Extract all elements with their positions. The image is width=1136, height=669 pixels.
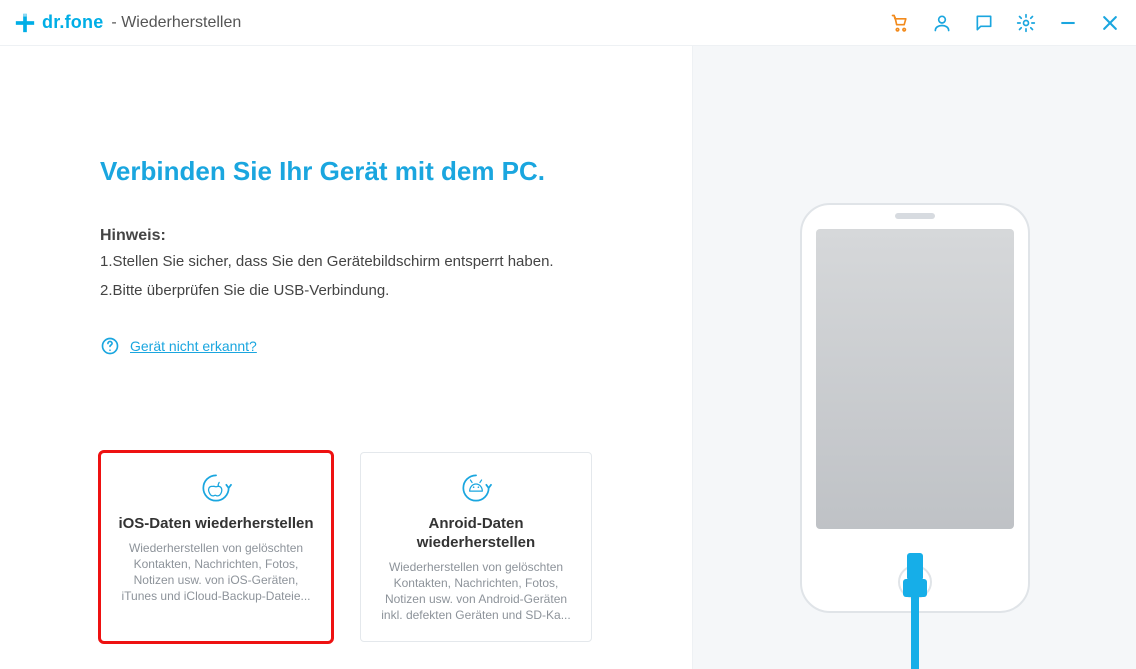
page-title: Verbinden Sie Ihr Gerät mit dem PC.: [100, 156, 592, 187]
apple-restore-icon: [115, 467, 317, 509]
android-restore-icon: [375, 467, 577, 509]
account-icon[interactable]: [932, 13, 952, 33]
card-ios-recover[interactable]: iOS-Daten wiederherstellen Wiederherstel…: [100, 452, 332, 642]
hint-line-1: 1.Stellen Sie sicher, dass Sie den Gerät…: [100, 251, 592, 274]
cart-icon[interactable]: [890, 13, 910, 33]
settings-icon[interactable]: [1016, 13, 1036, 33]
logo-mark-icon: [14, 12, 36, 34]
titlebar: dr.fone - Wiederherstellen: [0, 0, 1136, 46]
card-android-title: Anroid-Daten wiederherstellen: [375, 515, 577, 553]
hint-line-2: 2.Bitte überprüfen Sie die USB-Verbindun…: [100, 280, 592, 303]
card-android-recover[interactable]: Anroid-Daten wiederherstellen Wiederhers…: [360, 452, 592, 642]
usb-cable-icon: [905, 553, 925, 669]
hint-label: Hinweis:: [100, 227, 592, 245]
close-icon[interactable]: [1100, 13, 1120, 33]
card-android-desc: Wiederherstellen von gelöschten Kontakte…: [375, 559, 577, 624]
recovery-cards: iOS-Daten wiederherstellen Wiederherstel…: [100, 452, 592, 642]
content-area: Verbinden Sie Ihr Gerät mit dem PC. Hinw…: [0, 46, 1136, 669]
phone-speaker: [895, 213, 935, 219]
feedback-icon[interactable]: [974, 13, 994, 33]
left-panel: Verbinden Sie Ihr Gerät mit dem PC. Hinw…: [0, 46, 692, 669]
help-icon: [100, 336, 120, 356]
phone-screen: [816, 229, 1014, 529]
right-panel: [692, 46, 1136, 669]
app-logo: dr.fone: [14, 12, 103, 34]
card-ios-title: iOS-Daten wiederherstellen: [115, 515, 317, 534]
phone-outline: [800, 203, 1030, 613]
titlebar-actions: [890, 13, 1126, 33]
app-mode: - Wiederherstellen: [111, 14, 241, 32]
card-ios-desc: Wiederherstellen von gelöschten Kontakte…: [115, 540, 317, 605]
device-not-detected[interactable]: Gerät nicht erkannt?: [100, 336, 592, 356]
minimize-icon[interactable]: [1058, 13, 1078, 33]
app-brand-text: dr.fone: [42, 12, 103, 33]
phone-illustration: [765, 109, 1065, 669]
device-not-detected-link[interactable]: Gerät nicht erkannt?: [130, 338, 257, 354]
hint-block: Hinweis: 1.Stellen Sie sicher, dass Sie …: [100, 227, 592, 302]
